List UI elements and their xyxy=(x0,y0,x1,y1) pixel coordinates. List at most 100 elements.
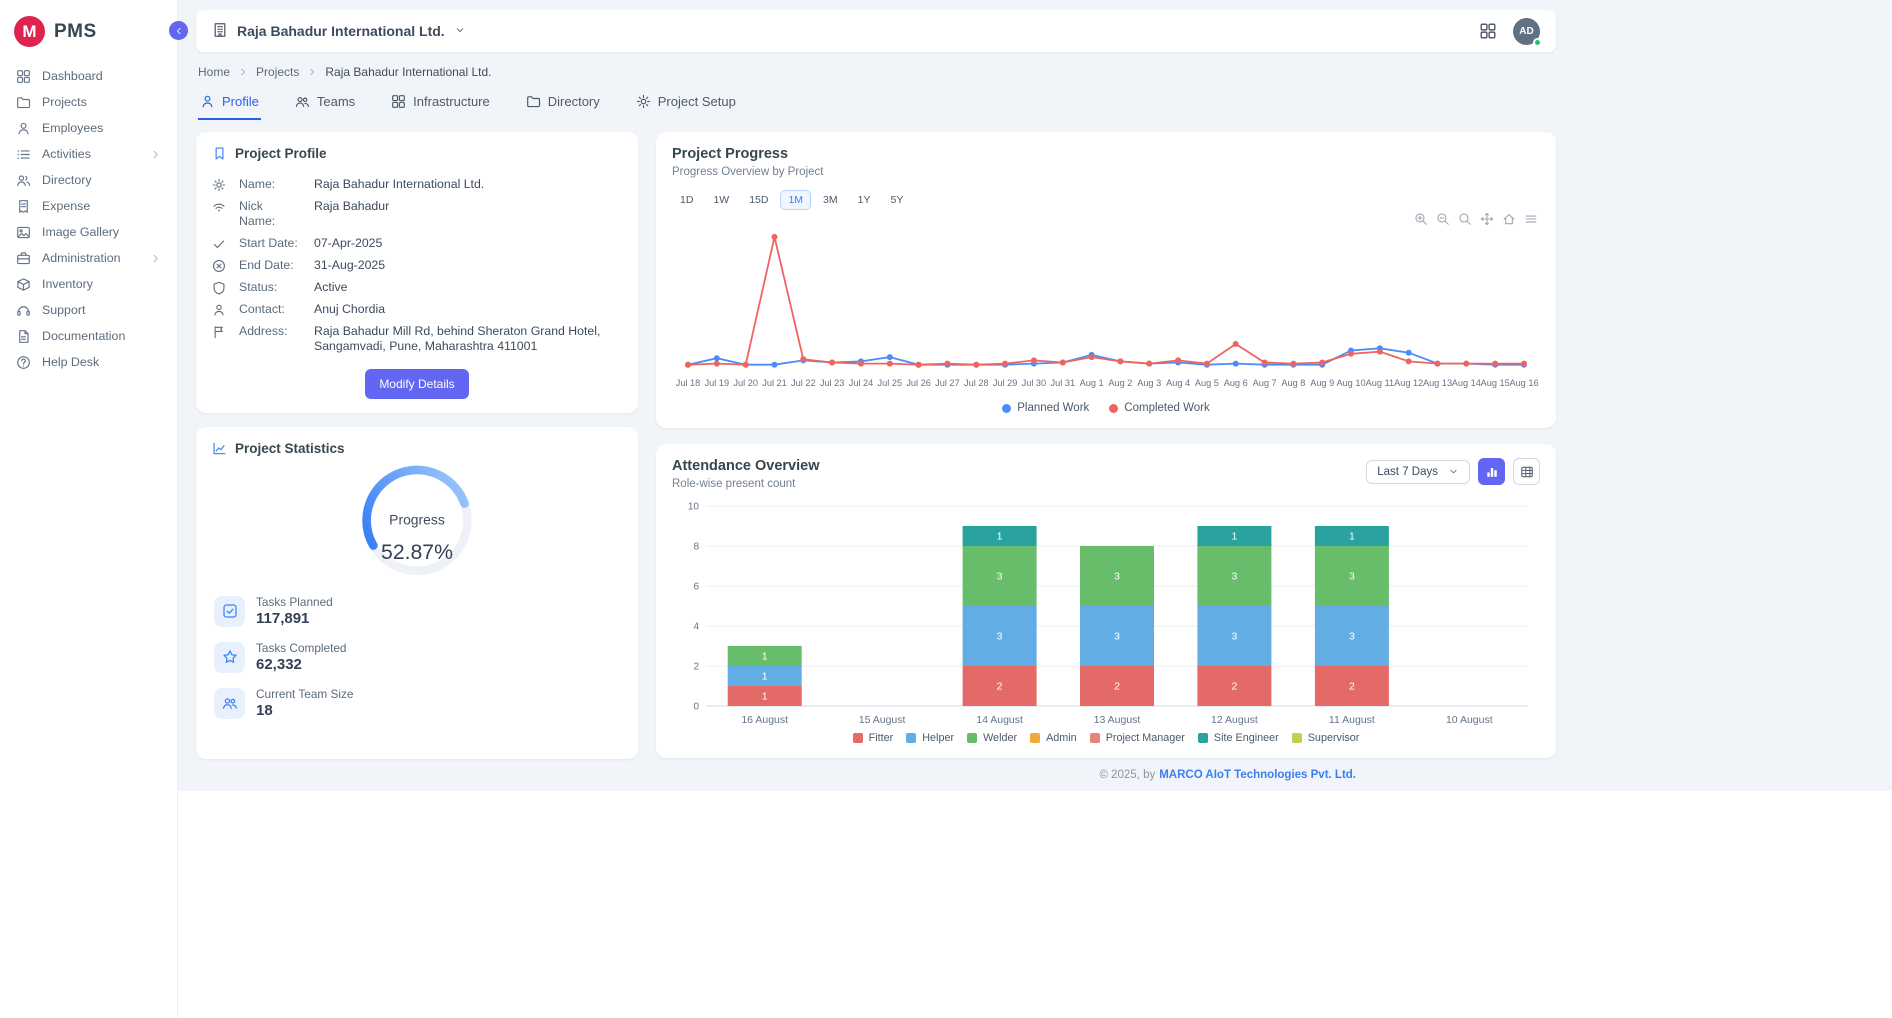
svg-text:Aug 15: Aug 15 xyxy=(1481,378,1510,388)
legend-marker xyxy=(853,733,863,743)
teams-tab-icon xyxy=(295,94,310,109)
breadcrumb-item[interactable]: Home xyxy=(198,65,230,79)
legend-label: Planned Work xyxy=(1017,402,1089,414)
apps-grid-icon[interactable] xyxy=(1479,22,1497,40)
range-1w-button[interactable]: 1W xyxy=(705,190,737,210)
tab-label: Profile xyxy=(222,94,259,109)
sidebar-item-dashboard[interactable]: Dashboard xyxy=(0,63,177,89)
svg-text:Aug 1: Aug 1 xyxy=(1080,378,1104,388)
legend-item-admin[interactable]: Admin xyxy=(1030,732,1077,744)
sidebar-item-label: Administration xyxy=(42,251,121,265)
days-filter-select[interactable]: Last 7 Days xyxy=(1366,460,1470,484)
legend-item-project-manager[interactable]: Project Manager xyxy=(1090,732,1185,744)
sidebar-item-help-desk[interactable]: Help Desk xyxy=(0,349,177,375)
footer-company-link[interactable]: MARCO AIoT Technologies Pvt. Ltd. xyxy=(1159,769,1356,781)
svg-text:Aug 2: Aug 2 xyxy=(1108,378,1132,388)
field-value: Raja Bahadur Mill Rd, behind Sheraton Gr… xyxy=(314,324,622,354)
tab-project-setup[interactable]: Project Setup xyxy=(634,90,738,120)
brand: M PMS xyxy=(0,8,177,63)
legend-item-helper[interactable]: Helper xyxy=(906,732,954,744)
sidebar-item-administration[interactable]: Administration xyxy=(0,245,177,271)
stat-label: Current Team Size xyxy=(256,687,353,701)
card-title: Project Statistics xyxy=(235,441,345,456)
sidebar-item-documentation[interactable]: Documentation xyxy=(0,323,177,349)
topbar-right: AD xyxy=(1479,18,1540,45)
zoom-in-icon[interactable] xyxy=(1414,212,1428,226)
field-label: Contact: xyxy=(239,302,302,317)
sidebar-item-label: Expense xyxy=(42,199,90,213)
breadcrumb-item[interactable]: Projects xyxy=(256,65,299,79)
bar-chart-view-button[interactable] xyxy=(1478,458,1505,485)
svg-text:Jul 19: Jul 19 xyxy=(705,378,730,388)
field-value: Raja Bahadur xyxy=(314,199,622,214)
pan-icon[interactable] xyxy=(1480,212,1494,226)
breadcrumb-item: Raja Bahadur International Ltd. xyxy=(325,65,491,79)
legend-item-supervisor[interactable]: Supervisor xyxy=(1292,732,1360,744)
sidebar-item-projects[interactable]: Projects xyxy=(0,89,177,115)
legend-item-site-engineer[interactable]: Site Engineer xyxy=(1198,732,1279,744)
star-icon xyxy=(214,642,245,673)
table-view-button[interactable] xyxy=(1513,458,1540,485)
svg-text:Jul 27: Jul 27 xyxy=(935,378,960,388)
svg-text:3: 3 xyxy=(1231,631,1237,643)
stat-value: 117,891 xyxy=(256,610,333,627)
tab-profile[interactable]: Profile xyxy=(198,90,261,120)
stat-label: Tasks Completed xyxy=(256,641,346,655)
avatar[interactable]: AD xyxy=(1513,18,1540,45)
tab-infrastructure[interactable]: Infrastructure xyxy=(389,90,492,120)
magnifier-icon[interactable] xyxy=(1458,212,1472,226)
signal-icon xyxy=(212,200,227,214)
range-3m-button[interactable]: 3M xyxy=(815,190,846,210)
sidebar-item-image-gallery[interactable]: Image Gallery xyxy=(0,219,177,245)
legend-item-completed-work[interactable]: Completed Work xyxy=(1109,402,1209,414)
tab-teams[interactable]: Teams xyxy=(293,90,357,120)
range-1d-button[interactable]: 1D xyxy=(672,190,701,210)
svg-text:11 August: 11 August xyxy=(1329,714,1375,726)
company-selector[interactable]: Raja Bahadur International Ltd. xyxy=(212,22,466,41)
svg-text:Aug 16: Aug 16 xyxy=(1509,378,1538,388)
menu-icon[interactable] xyxy=(1524,212,1538,226)
tab-directory[interactable]: Directory xyxy=(524,90,602,120)
attendance-overview-card: Attendance Overview Role-wise present co… xyxy=(656,444,1556,758)
modify-details-button[interactable]: Modify Details xyxy=(365,369,468,399)
legend-item-fitter[interactable]: Fitter xyxy=(853,732,894,744)
range-1m-button[interactable]: 1M xyxy=(780,190,811,210)
progress-line-chart[interactable]: Jul 18Jul 19Jul 20Jul 21Jul 22Jul 23Jul … xyxy=(672,212,1540,400)
range-1y-button[interactable]: 1Y xyxy=(850,190,879,210)
svg-text:Jul 28: Jul 28 xyxy=(964,378,989,388)
svg-text:16 August: 16 August xyxy=(741,714,788,726)
svg-text:10: 10 xyxy=(688,502,700,513)
sidebar-item-label: Employees xyxy=(42,121,103,135)
sidebar-item-expense[interactable]: Expense xyxy=(0,193,177,219)
zoom-out-icon[interactable] xyxy=(1436,212,1450,226)
support-icon xyxy=(16,303,31,318)
field-value: Anuj Chordia xyxy=(314,302,622,317)
sidebar-item-support[interactable]: Support xyxy=(0,297,177,323)
project-progress-card: Project Progress Progress Overview by Pr… xyxy=(656,132,1556,428)
legend-item-planned-work[interactable]: Planned Work xyxy=(1002,402,1089,414)
sidebar-item-inventory[interactable]: Inventory xyxy=(0,271,177,297)
online-status-dot xyxy=(1533,38,1542,47)
svg-text:Aug 7: Aug 7 xyxy=(1253,378,1277,388)
sidebar-item-employees[interactable]: Employees xyxy=(0,115,177,141)
svg-text:1: 1 xyxy=(762,671,768,683)
home-icon[interactable] xyxy=(1502,212,1516,226)
legend-item-welder[interactable]: Welder xyxy=(967,732,1017,744)
sidebar-item-label: Documentation xyxy=(42,329,125,343)
stat-row: Tasks Completed 62,332 xyxy=(212,634,622,680)
range-15d-button[interactable]: 15D xyxy=(741,190,776,210)
svg-text:Aug 10: Aug 10 xyxy=(1336,378,1365,388)
range-5y-button[interactable]: 5Y xyxy=(882,190,911,210)
svg-text:Jul 25: Jul 25 xyxy=(878,378,903,388)
sidebar-item-directory[interactable]: Directory xyxy=(0,167,177,193)
attendance-bar-chart[interactable]: 024681016 August11115 August14 August233… xyxy=(672,494,1540,732)
svg-text:2: 2 xyxy=(693,662,699,673)
card-title: Project Profile xyxy=(235,146,327,161)
progress-gauge-svg: Progress 52.87% xyxy=(350,462,484,584)
svg-text:Jul 29: Jul 29 xyxy=(993,378,1018,388)
svg-text:2: 2 xyxy=(997,681,1003,693)
sidebar-collapse-button[interactable] xyxy=(169,21,188,40)
sidebar-item-activities[interactable]: Activities xyxy=(0,141,177,167)
team-icon xyxy=(214,688,245,719)
dashboard-icon xyxy=(16,69,31,84)
